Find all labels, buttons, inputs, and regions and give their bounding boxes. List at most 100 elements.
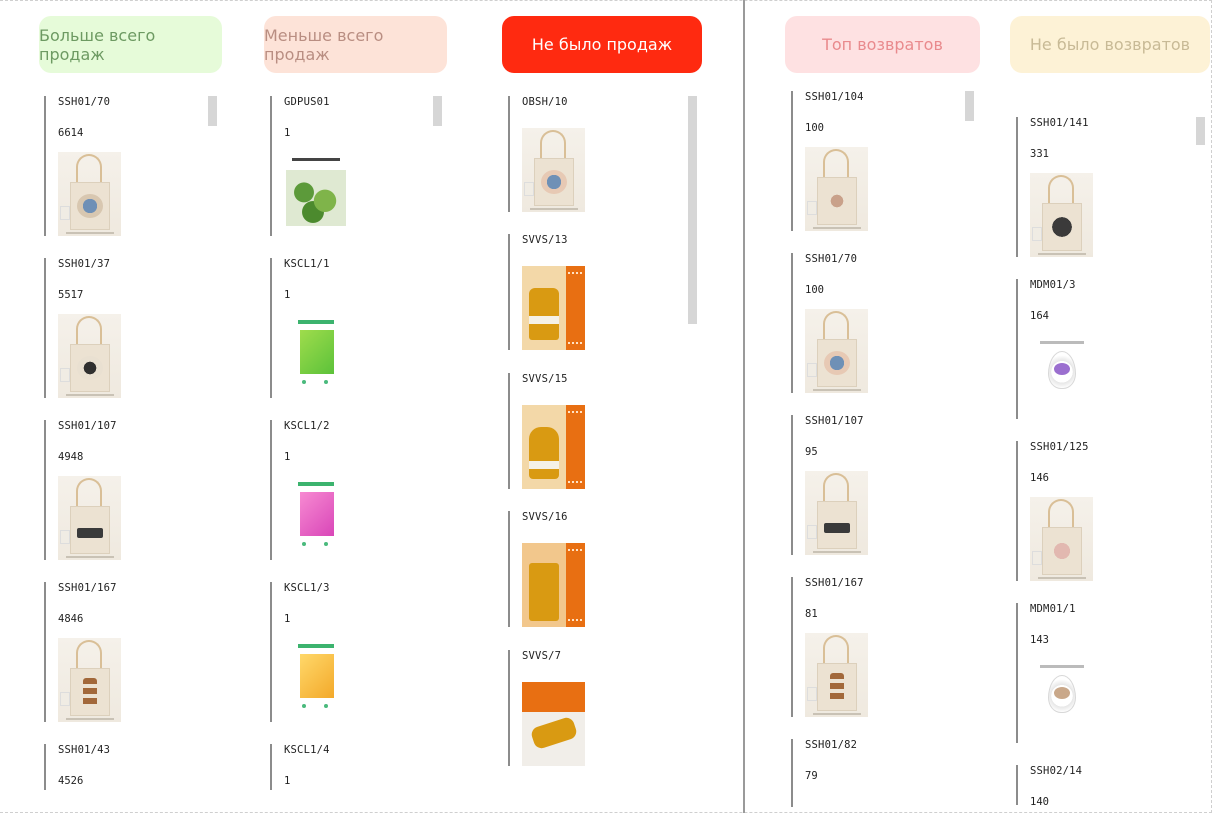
most-sales-list[interactable]: SSH01/70 6614 SSH01/37 5517 SSH01/107 49…	[44, 96, 224, 790]
list-item[interactable]: MDM01/1 143	[1016, 603, 1166, 743]
list-item[interactable]: SSH01/43 4526	[44, 744, 194, 790]
list-item[interactable]: SSH01/167 81	[791, 577, 941, 717]
item-value: 1	[284, 127, 291, 139]
header-top-returns: Топ возвратов	[785, 16, 980, 73]
candle-image	[522, 405, 585, 489]
item-code: KSCL1/1	[284, 258, 330, 270]
section-divider	[743, 0, 745, 813]
egg-image	[1030, 335, 1093, 419]
candle-image	[522, 543, 585, 627]
item-code: SSH01/70	[58, 96, 111, 108]
tote-bag-image	[805, 471, 868, 555]
list-item[interactable]: KSCL1/1 1	[270, 258, 420, 398]
list-item[interactable]: OBSH/10	[508, 96, 658, 212]
item-value: 4846	[58, 613, 84, 625]
list-item[interactable]: GDPUS01 1	[270, 96, 420, 236]
top-returns-list[interactable]: SSH01/104 100 SSH01/70 100 SSH01/107 95 …	[791, 91, 981, 807]
item-value: 140	[1030, 796, 1049, 805]
list-item[interactable]: SVVS/7	[508, 650, 658, 766]
item-value: 4948	[58, 451, 84, 463]
list-item[interactable]: SSH01/141 331	[1016, 117, 1166, 257]
header-no-returns: Не было возвратов	[1010, 16, 1210, 73]
list-item[interactable]: SSH01/70 100	[791, 253, 941, 393]
tote-bag-image	[1030, 173, 1093, 257]
header-most-sales: Больше всего продаж	[39, 16, 222, 73]
item-code: SVVS/13	[522, 234, 568, 246]
least-sales-list[interactable]: GDPUS01 1 KSCL1/1 1 KSCL1/2 1 KSCL1/3 1 …	[270, 96, 450, 790]
tote-bag-image	[522, 128, 585, 212]
list-item[interactable]: SSH01/70 6614	[44, 96, 194, 236]
item-code: GDPUS01	[284, 96, 330, 108]
list-item[interactable]: SSH01/107 95	[791, 415, 941, 555]
list-item[interactable]: SSH01/82 79	[791, 739, 941, 807]
item-value: 95	[805, 446, 818, 458]
tote-bag-image	[805, 633, 868, 717]
no-sales-list[interactable]: OBSH/10 SVVS/13 SVVS/15 SVVS/16 SVVS/7	[508, 96, 700, 790]
item-code: SSH01/104	[805, 91, 864, 103]
list-item[interactable]: KSCL1/4 1	[270, 744, 420, 790]
item-value: 1	[284, 775, 291, 787]
item-code: SVVS/16	[522, 511, 568, 523]
header-least-sales: Меньше всего продаж	[264, 16, 447, 73]
item-code: KSCL1/2	[284, 420, 330, 432]
item-code: SSH01/141	[1030, 117, 1089, 129]
list-item[interactable]: SSH01/37 5517	[44, 258, 194, 398]
item-value: 81	[805, 608, 818, 620]
plant-booklet-image	[284, 152, 347, 236]
yellow-packet-image	[284, 638, 347, 722]
item-value: 146	[1030, 472, 1049, 484]
list-item[interactable]: KSCL1/2 1	[270, 420, 420, 560]
item-value: 143	[1030, 634, 1049, 646]
scrollbar-thumb[interactable]	[965, 91, 974, 121]
item-code: SSH01/82	[805, 739, 858, 751]
item-value: 5517	[58, 289, 84, 301]
item-code: SVVS/7	[522, 650, 562, 662]
tote-bag-image	[58, 314, 121, 398]
tote-bag-image	[58, 476, 121, 560]
scrollbar-thumb[interactable]	[688, 96, 697, 324]
item-value: 1	[284, 289, 291, 301]
list-item[interactable]: SSH01/125 146	[1016, 441, 1166, 581]
item-code: SSH01/43	[58, 744, 111, 756]
item-code: SSH01/37	[58, 258, 111, 270]
list-item[interactable]: SSH01/104 100	[791, 91, 941, 231]
item-code: MDM01/3	[1030, 279, 1076, 291]
item-code: MDM01/1	[1030, 603, 1076, 615]
egg-image	[1030, 659, 1093, 743]
item-code: SSH02/14	[1030, 765, 1083, 777]
list-item[interactable]: SVVS/15	[508, 373, 658, 489]
item-value: 79	[805, 770, 818, 782]
list-item[interactable]: KSCL1/3 1	[270, 582, 420, 722]
item-code: SSH01/167	[805, 577, 864, 589]
item-value: 1	[284, 451, 291, 463]
scrollbar-thumb[interactable]	[433, 96, 442, 126]
candle-image	[522, 266, 585, 350]
no-returns-list[interactable]: SSH01/141 331 MDM01/3 164 SSH01/125 146 …	[1016, 117, 1210, 805]
item-code: SSH01/107	[805, 415, 864, 427]
tote-bag-image	[805, 309, 868, 393]
item-value: 4526	[58, 775, 84, 787]
list-item[interactable]: SSH01/107 4948	[44, 420, 194, 560]
tote-bag-image	[1030, 497, 1093, 581]
item-value: 331	[1030, 148, 1049, 160]
tote-bag-image	[805, 147, 868, 231]
scrollbar-thumb[interactable]	[208, 96, 217, 126]
pink-packet-image	[284, 476, 347, 560]
list-item[interactable]: SVVS/13	[508, 234, 658, 350]
item-value: 100	[805, 284, 824, 296]
scrollbar-thumb[interactable]	[1196, 117, 1205, 145]
item-code: SSH01/107	[58, 420, 117, 432]
item-value: 100	[805, 122, 824, 134]
item-code: SSH01/70	[805, 253, 858, 265]
list-item[interactable]: MDM01/3 164	[1016, 279, 1166, 419]
list-item[interactable]: SSH01/167 4846	[44, 582, 194, 722]
item-code: OBSH/10	[522, 96, 568, 108]
header-no-sales: Не было продаж	[502, 16, 702, 73]
list-item[interactable]: SSH02/14 140	[1016, 765, 1166, 805]
tote-bag-image	[58, 152, 121, 236]
candle-roll-image	[522, 682, 585, 766]
item-code: SSH01/167	[58, 582, 117, 594]
item-code: KSCL1/4	[284, 744, 330, 756]
list-item[interactable]: SVVS/16	[508, 511, 658, 627]
item-code: KSCL1/3	[284, 582, 330, 594]
